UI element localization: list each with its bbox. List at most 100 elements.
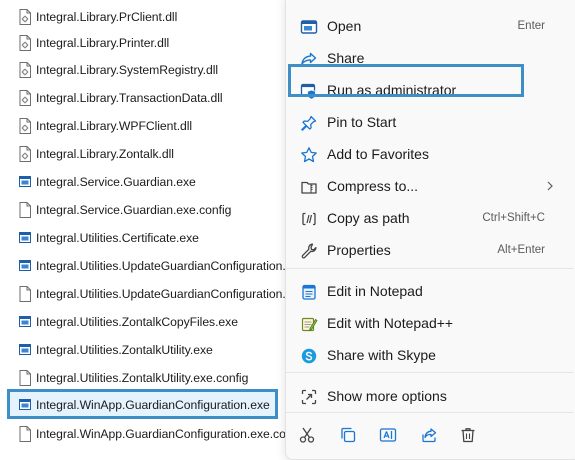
exe-file-icon xyxy=(19,260,31,271)
file-row[interactable]: Integral.Service.Guardian.exe.config xyxy=(0,196,290,224)
menu-item-open[interactable]: Open Enter xyxy=(286,10,571,42)
file-row[interactable]: Integral.Utilities.ZontalkCopyFiles.exe xyxy=(0,308,290,336)
shield-icon xyxy=(300,83,316,100)
menu-separator xyxy=(286,268,574,269)
menu-label: Compress to... xyxy=(327,178,419,194)
delete-icon xyxy=(461,428,475,443)
zip-folder-icon xyxy=(301,181,317,194)
context-menu-toolbar xyxy=(286,413,574,449)
file-row[interactable]: Integral.Library.SystemRegistry.dll xyxy=(0,56,290,84)
cut-icon xyxy=(299,427,315,443)
menu-label: Add to Favorites xyxy=(327,146,429,162)
share-icon xyxy=(301,52,317,65)
star-icon xyxy=(301,147,317,163)
notepad-icon xyxy=(302,284,316,300)
menu-item-properties[interactable]: Properties Alt+Enter xyxy=(286,234,571,266)
notepadpp-icon xyxy=(301,317,318,332)
copy-path-icon xyxy=(302,212,316,226)
menu-label: Share xyxy=(327,50,365,66)
menu-item-copy-as-path[interactable]: Copy as path Ctrl+Shift+C xyxy=(286,202,571,234)
file-name: Integral.Utilities.ZontalkUtility.exe xyxy=(36,343,213,357)
file-name: Integral.Service.Guardian.exe.config xyxy=(36,203,232,217)
show-more-icon xyxy=(301,389,317,405)
copy-button[interactable] xyxy=(336,423,360,447)
file-name: Integral.Utilities.UpdateGuardianConfigu… xyxy=(36,259,286,273)
file-row[interactable]: Integral.Library.WPFClient.dll xyxy=(0,112,290,140)
menu-item-show-more-options[interactable]: Show more options xyxy=(286,380,571,412)
delete-button[interactable] xyxy=(456,423,480,447)
menu-label: Edit in Notepad xyxy=(327,283,423,299)
menu-item-edit-in-notepad[interactable]: Edit in Notepad xyxy=(286,275,571,307)
share-icon xyxy=(422,428,437,443)
config-file-icon xyxy=(19,202,31,218)
dll-file-icon xyxy=(19,62,31,78)
menu-label: Edit with Notepad++ xyxy=(327,315,454,331)
dll-file-icon xyxy=(19,146,31,162)
config-file-icon xyxy=(19,370,31,386)
menu-separator xyxy=(286,372,574,373)
menu-item-share[interactable]: Share xyxy=(286,42,571,74)
exe-file-icon xyxy=(19,316,31,327)
chevron-right-icon xyxy=(547,181,553,191)
file-row[interactable]: Integral.Utilities.ZontalkUtility.exe xyxy=(0,336,290,364)
file-name: Integral.Utilities.Certificate.exe xyxy=(36,231,199,245)
skype-icon xyxy=(301,348,317,364)
menu-item-share-with-skype[interactable]: Share with Skype xyxy=(286,339,571,371)
file-name: Integral.Service.Guardian.exe xyxy=(36,175,196,189)
menu-label: Copy as path xyxy=(327,210,410,226)
menu-label: Properties xyxy=(327,242,391,258)
dll-file-icon xyxy=(19,35,31,51)
file-row[interactable]: Integral.Library.TransactionData.dll xyxy=(0,84,290,112)
file-name: Integral.Utilities.UpdateGuardianConfigu… xyxy=(36,287,286,301)
file-name: Integral.Library.PrClient.dll xyxy=(36,10,178,24)
file-row[interactable]: Integral.Library.Printer.dll xyxy=(0,29,290,57)
menu-item-compress-to[interactable]: Compress to... xyxy=(286,170,571,202)
menu-item-add-to-favorites[interactable]: Add to Favorites xyxy=(286,138,571,170)
context-menu: Open Enter Share Run as administrator Pi… xyxy=(285,0,575,460)
file-name: Integral.Library.Printer.dll xyxy=(36,36,170,50)
dll-file-icon xyxy=(19,9,31,25)
file-list: Integral.Library.PrClient.dll Integral.L… xyxy=(0,0,290,454)
menu-label: Open xyxy=(327,18,362,34)
config-file-icon xyxy=(19,286,31,302)
dll-file-icon xyxy=(19,118,31,134)
file-name: Integral.Library.Zontalk.dll xyxy=(36,147,174,161)
exe-file-icon xyxy=(19,344,31,355)
file-row[interactable]: Integral.Utilities.Certificate.exe xyxy=(0,224,290,252)
rename-button[interactable] xyxy=(376,423,400,447)
menu-label: Show more options xyxy=(327,388,447,404)
config-file-icon xyxy=(19,426,31,442)
menu-shortcut: Ctrl+Shift+C xyxy=(482,212,545,224)
pin-icon xyxy=(301,115,317,131)
file-row[interactable]: Integral.Utilities.UpdateGuardianConfigu… xyxy=(0,280,290,308)
file-row-selected[interactable]: Integral.WinApp.GuardianConfiguration.ex… xyxy=(10,391,278,419)
file-row[interactable]: Integral.Service.Guardian.exe xyxy=(0,168,290,196)
file-name: Integral.Library.SystemRegistry.dll xyxy=(36,63,219,77)
file-row[interactable]: Integral.Library.Zontalk.dll xyxy=(0,140,290,168)
rename-icon xyxy=(379,428,397,442)
app-window-icon xyxy=(300,20,318,34)
copy-icon xyxy=(341,427,356,443)
menu-label: Run as administrator xyxy=(327,82,457,98)
menu-item-run-as-administrator[interactable]: Run as administrator xyxy=(286,74,571,106)
menu-item-edit-with-notepadpp[interactable]: Edit with Notepad++ xyxy=(286,307,571,339)
wrench-icon xyxy=(301,243,317,259)
file-name: Integral.WinApp.GuardianConfiguration.ex… xyxy=(36,427,286,441)
file-row[interactable]: Integral.WinApp.GuardianConfiguration.ex… xyxy=(0,420,290,448)
share-button[interactable] xyxy=(417,423,441,447)
file-row[interactable]: Integral.Library.PrClient.dll xyxy=(0,3,290,31)
menu-label: Share with Skype xyxy=(327,347,436,363)
menu-label: Pin to Start xyxy=(327,114,397,130)
file-name: Integral.Library.WPFClient.dll xyxy=(36,119,193,133)
file-row[interactable]: Integral.Utilities.UpdateGuardianConfigu… xyxy=(0,252,290,280)
menu-shortcut: Enter xyxy=(517,20,546,32)
menu-shortcut: Alt+Enter xyxy=(497,244,545,256)
file-name: Integral.Utilities.ZontalkUtility.exe.co… xyxy=(36,371,249,385)
exe-file-icon xyxy=(19,176,31,187)
menu-item-pin-to-start[interactable]: Pin to Start xyxy=(286,106,571,138)
file-name: Integral.Utilities.ZontalkCopyFiles.exe xyxy=(36,315,238,329)
file-row[interactable]: Integral.Utilities.ZontalkUtility.exe.co… xyxy=(0,364,290,392)
exe-file-icon xyxy=(19,232,31,243)
cut-button[interactable] xyxy=(295,423,319,447)
file-name: Integral.WinApp.GuardianConfiguration.ex… xyxy=(36,398,270,412)
